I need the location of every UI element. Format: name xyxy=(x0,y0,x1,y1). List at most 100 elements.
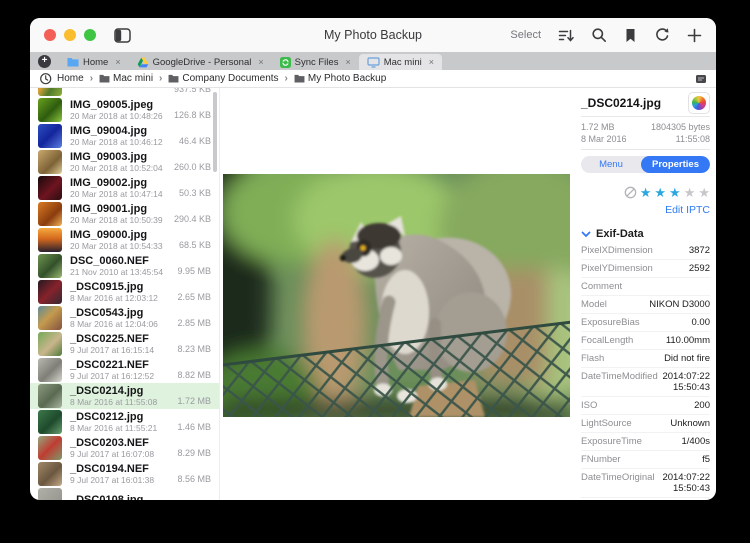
exif-section-header[interactable]: Exif-Data xyxy=(581,228,710,240)
close-tab-icon[interactable]: × xyxy=(345,57,350,67)
properties-segment[interactable]: Properties xyxy=(641,156,710,173)
breadcrumb-item-home[interactable]: Home xyxy=(57,73,84,84)
file-row[interactable]: _DSC0203.NEF 9 Jul 2017 at 16:07:08 8.29… xyxy=(30,435,219,461)
file-row[interactable]: DSC_0060.NEF 21 Nov 2010 at 13:45:54 9.9… xyxy=(30,253,219,279)
exif-value: 2014:07:22 15:50:43 xyxy=(662,472,710,494)
add-icon[interactable] xyxy=(687,28,702,43)
file-row[interactable]: _DSC0915.jpg 8 Mar 2016 at 12:03:12 2.65… xyxy=(30,279,219,305)
zoom-window-button[interactable] xyxy=(84,29,96,41)
exif-label: ISO xyxy=(581,400,597,411)
info-time: 11:55:08 xyxy=(676,133,710,145)
file-thumbnail xyxy=(38,254,62,278)
history-icon[interactable] xyxy=(39,72,52,85)
exif-row: PixelXDimension 3872 xyxy=(581,242,710,260)
file-name: _DSC0221.NEF xyxy=(70,359,177,371)
tab-label: GoogleDrive - Personal xyxy=(153,57,252,68)
refresh-icon[interactable] xyxy=(654,27,670,43)
star-icon[interactable]: ★ xyxy=(654,186,666,199)
preview-pane xyxy=(220,88,575,500)
segmented-control: Menu Properties xyxy=(581,156,710,173)
close-tab-icon[interactable]: × xyxy=(258,57,263,67)
select-button[interactable]: Select xyxy=(510,29,541,41)
list-scrollbar[interactable] xyxy=(213,92,217,172)
file-row[interactable]: IMG_09005.jpeg 20 Mar 2018 at 10:48:26 1… xyxy=(30,97,219,123)
file-row[interactable]: _DSC0221.NEF 9 Jul 2017 at 16:12:52 8.82… xyxy=(30,357,219,383)
file-date: 8 Mar 2016 at 11:55:21 xyxy=(70,423,177,433)
file-row[interactable]: _DSC0108.jpg xyxy=(30,487,219,500)
file-size: 290.4 KB xyxy=(174,214,211,224)
bookmark-icon[interactable] xyxy=(624,28,637,43)
exif-label: DateTimeOriginal xyxy=(581,472,655,483)
chevron-down-icon xyxy=(581,231,591,238)
file-name: _DSC0543.jpg xyxy=(70,307,177,319)
file-row[interactable]: 20 Mar 2018 at 10:50:58 937.5 KB xyxy=(30,88,219,97)
file-thumbnail xyxy=(38,202,62,226)
sidebar-toggle-icon[interactable] xyxy=(114,28,131,43)
close-tab-icon[interactable]: × xyxy=(115,57,120,67)
file-thumbnail xyxy=(38,306,62,330)
edit-iptc-link[interactable]: Edit IPTC xyxy=(581,204,710,216)
star-icon[interactable]: ★ xyxy=(640,186,652,199)
tab-macmini[interactable]: Mac mini × xyxy=(359,54,442,70)
file-size: 2.85 MB xyxy=(177,318,211,328)
exif-row: LightSource Unknown xyxy=(581,415,710,433)
file-row[interactable]: IMG_09002.jpg 20 Mar 2018 at 10:47:14 50… xyxy=(30,175,219,201)
file-row[interactable]: _DSC0212.jpg 8 Mar 2016 at 11:55:21 1.46… xyxy=(30,409,219,435)
rating-control: ★★★★★ xyxy=(581,185,710,199)
exif-label: DateTimeModified xyxy=(581,371,658,382)
tab-syncfiles[interactable]: Sync Files × xyxy=(272,54,359,70)
breadcrumb: Home › Mac mini › Company Documents › My… xyxy=(30,70,716,88)
exif-value: Unknown xyxy=(670,418,710,429)
exif-value: Did not fire xyxy=(664,353,710,364)
star-icon[interactable]: ★ xyxy=(684,186,696,199)
panel-icon[interactable] xyxy=(695,74,707,84)
sort-descending-icon[interactable] xyxy=(558,28,574,43)
exif-row: SensingMethod One-chip xyxy=(581,498,710,500)
exif-row: DateTimeModified 2014:07:22 15:50:43 xyxy=(581,368,710,397)
folder-icon xyxy=(99,74,110,83)
menu-segment[interactable]: Menu xyxy=(581,156,641,173)
breadcrumb-item-macmini[interactable]: Mac mini xyxy=(99,73,153,84)
file-thumbnail xyxy=(38,280,62,304)
file-row[interactable]: IMG_09003.jpg 20 Mar 2018 at 10:52:04 26… xyxy=(30,149,219,175)
file-name: _DSC0194.NEF xyxy=(70,463,177,475)
file-size: 1.72 MB xyxy=(177,396,211,406)
file-name: _DSC0225.NEF xyxy=(70,333,177,345)
add-tab-button[interactable]: + xyxy=(38,55,51,68)
file-row[interactable]: _DSC0543.jpg 8 Mar 2016 at 12:04:06 2.85… xyxy=(30,305,219,331)
file-date: 20 Mar 2018 at 10:52:04 xyxy=(70,163,174,173)
star-icon[interactable]: ★ xyxy=(698,186,710,199)
file-row[interactable]: _DSC0194.NEF 9 Jul 2017 at 16:01:38 8.56… xyxy=(30,461,219,487)
file-row[interactable]: _DSC0214.jpg 8 Mar 2016 at 11:55:08 1.72… xyxy=(30,383,219,409)
file-size: 46.4 KB xyxy=(179,136,211,146)
file-row[interactable]: IMG_09000.jpg 20 Mar 2018 at 10:54:33 68… xyxy=(30,227,219,253)
close-window-button[interactable] xyxy=(44,29,56,41)
folder-icon xyxy=(168,74,179,83)
file-rows: 20 Mar 2018 at 10:50:58 937.5 KB IMG_090… xyxy=(30,88,219,500)
exif-header-label: Exif-Data xyxy=(596,228,644,240)
tab-googledrive[interactable]: GoogleDrive - Personal × xyxy=(129,54,272,70)
file-thumbnail xyxy=(38,150,62,174)
file-name: IMG_09003.jpg xyxy=(70,151,174,163)
breadcrumb-item-company-documents[interactable]: Company Documents xyxy=(168,73,278,84)
star-icon[interactable]: ★ xyxy=(669,186,681,199)
folder-icon xyxy=(294,74,305,83)
file-name: _DSC0108.jpg xyxy=(70,494,211,500)
file-size: 8.29 MB xyxy=(177,448,211,458)
photo-preview[interactable] xyxy=(223,174,570,417)
exif-label: PixelYDimension xyxy=(581,263,653,274)
close-tab-icon[interactable]: × xyxy=(429,57,434,67)
file-row[interactable]: _DSC0225.NEF 9 Jul 2017 at 16:15:14 8.23… xyxy=(30,331,219,357)
search-icon[interactable] xyxy=(591,27,607,43)
minimize-window-button[interactable] xyxy=(64,29,76,41)
no-rating-icon[interactable] xyxy=(624,186,637,199)
file-name: _DSC0214.jpg xyxy=(70,385,177,397)
breadcrumb-item-my-photo-backup[interactable]: My Photo Backup xyxy=(294,73,386,84)
file-size: 126.8 KB xyxy=(174,110,211,120)
exif-value: 110.00mm xyxy=(666,335,710,346)
exif-value: f5 xyxy=(702,454,710,465)
exif-label: Flash xyxy=(581,353,604,364)
file-row[interactable]: IMG_09001.jpg 20 Mar 2018 at 10:50:39 29… xyxy=(30,201,219,227)
tab-home[interactable]: Home × xyxy=(59,54,129,70)
file-row[interactable]: IMG_09004.jpg 20 Mar 2018 at 10:46:12 46… xyxy=(30,123,219,149)
